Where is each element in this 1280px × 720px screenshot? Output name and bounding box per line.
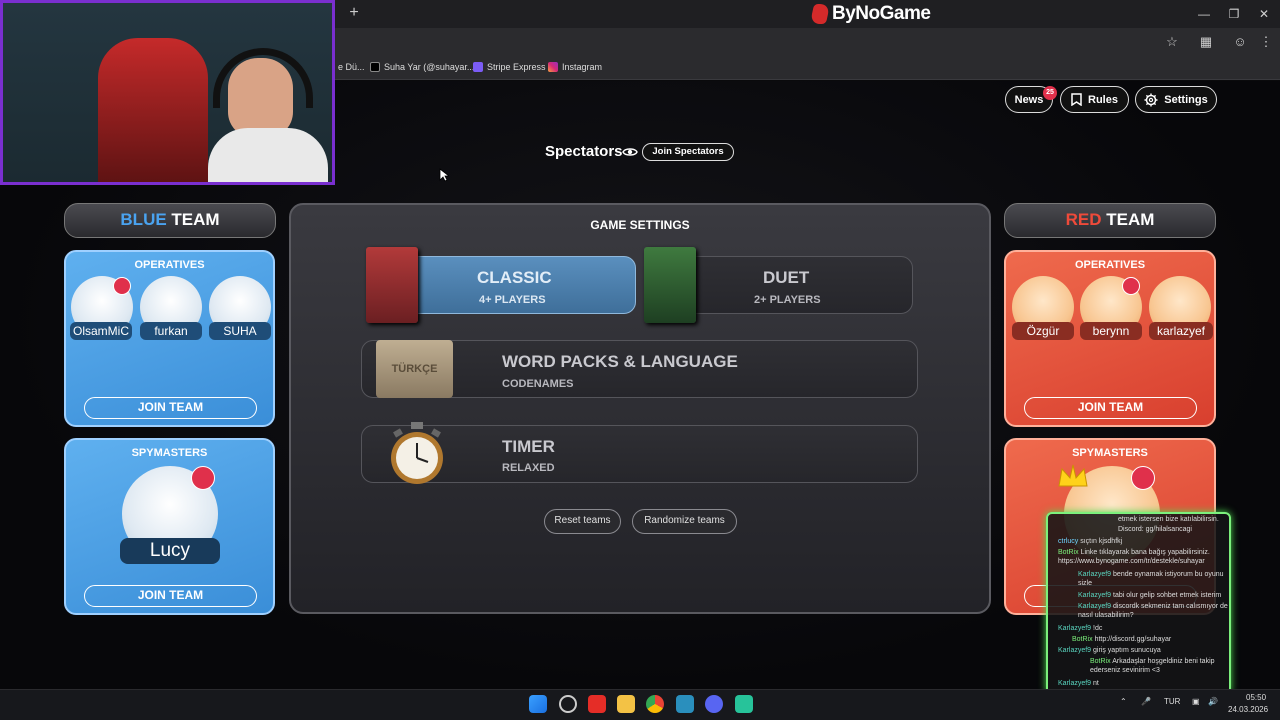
mouse-cursor-icon	[439, 168, 449, 182]
classic-box-art	[366, 247, 418, 323]
brand-mark-icon	[809, 4, 831, 24]
chat-message: etmek istersen bize katılabilirsin.	[1118, 516, 1219, 523]
instagram-icon	[548, 62, 558, 72]
player-name-tag[interactable]: berynn	[1080, 322, 1142, 340]
stripe-icon	[473, 62, 483, 72]
gear-icon	[1144, 93, 1158, 106]
duet-box-art	[644, 247, 696, 323]
chat-message: Karlazyef9 !dc	[1058, 625, 1103, 632]
app-icon[interactable]	[676, 695, 694, 713]
chat-message: Discord: gg/hilalsancagi	[1118, 526, 1192, 533]
chat-message: BotRix Linke tıklayarak bana bağış yapab…	[1058, 549, 1210, 565]
chrome-icon[interactable]	[646, 695, 664, 713]
chat-message: Karlazyef9 bende oynamak istiyorum bu oy…	[1078, 571, 1224, 587]
language-box-art: TÜRKÇE	[376, 340, 453, 398]
classic-mode-option[interactable]: CLASSIC 4+ PLAYERS	[381, 256, 636, 314]
blue-join-spymasters-button[interactable]: JOIN TEAM	[84, 585, 257, 607]
red-join-operatives-button[interactable]: JOIN TEAM	[1024, 397, 1197, 419]
start-icon[interactable]	[529, 695, 547, 713]
profile-icon[interactable]: ☺	[1230, 33, 1250, 51]
disconnected-wifi-icon	[1122, 277, 1140, 295]
speedometer-icon[interactable]	[559, 695, 577, 713]
player-name-tag[interactable]: SUHA	[209, 322, 271, 340]
bookmark-star-icon[interactable]: ☆	[1162, 33, 1182, 51]
microphone-icon[interactable]: 🎤	[1141, 697, 1151, 706]
folder-icon[interactable]	[617, 695, 635, 713]
tiktok-icon	[370, 62, 380, 72]
red-operatives-panel: OPERATIVES Özgür berynn karlazyef JOIN T…	[1004, 250, 1216, 427]
disconnected-wifi-icon	[1131, 466, 1155, 490]
player-name-tag[interactable]: OlsamMiC	[70, 322, 132, 340]
chat-message: ctrlucy sıçtın kjsdhfkj	[1058, 538, 1123, 545]
site-brand-logo: ByNoGame	[809, 2, 931, 26]
spymaster-name-tag[interactable]: Lucy	[120, 538, 220, 564]
stopwatch-icon	[391, 422, 443, 484]
app-icon[interactable]	[735, 695, 753, 713]
disconnected-wifi-icon	[191, 466, 215, 490]
os-taskbar	[0, 689, 1280, 720]
menu-icon[interactable]: ⋮	[1256, 33, 1276, 51]
clock-date[interactable]: 24.03.2026	[1228, 705, 1268, 714]
tray-chevron-icon[interactable]: ⌃	[1120, 697, 1127, 706]
gaming-chair	[98, 38, 208, 182]
stream-chat-overlay: etmek istersen bize katılabilirsin. Disc…	[1046, 512, 1231, 695]
discord-icon[interactable]	[705, 695, 723, 713]
chat-message: Karlazyef9 tabi olur gelip sohbet etmek …	[1078, 592, 1222, 599]
chat-message: Karlazyef9 giriş yaptım sunucuya	[1058, 647, 1161, 654]
headset	[213, 48, 313, 108]
crown-icon	[1058, 464, 1088, 487]
chat-message: BotRix http://discord.gg/suhayar	[1072, 636, 1172, 643]
news-count-badge: 25	[1043, 86, 1057, 100]
reset-teams-button[interactable]: Reset teams	[544, 509, 621, 534]
chat-message: Karlazyef9 discordk sekmeniz tam calısmı…	[1078, 603, 1228, 619]
volume-icon[interactable]: 🔊	[1208, 697, 1218, 706]
spectators-title: Spectators	[545, 143, 623, 160]
chat-message: BotRix Arkadaşlar hoşgeldiniz beni takip…	[1090, 658, 1215, 674]
randomize-teams-button[interactable]: Randomize teams	[632, 509, 737, 534]
new-tab-button[interactable]: +	[344, 4, 364, 24]
game-settings-title: GAME SETTINGS	[590, 218, 690, 232]
player-name-tag[interactable]: Özgür	[1012, 322, 1074, 340]
minimize-icon[interactable]: —	[1192, 4, 1216, 24]
bookmark-icon	[1071, 93, 1082, 106]
close-icon[interactable]: ✕	[1252, 4, 1276, 24]
rules-button[interactable]: Rules	[1060, 86, 1129, 113]
settings-button[interactable]: Settings	[1135, 86, 1217, 113]
chat-message: Karlazyef9 nt	[1058, 680, 1099, 687]
extensions-icon[interactable]: ▦	[1196, 33, 1216, 51]
language-indicator[interactable]: TUR	[1164, 697, 1180, 706]
player-name-tag[interactable]: furkan	[140, 322, 202, 340]
webcam-overlay	[0, 0, 335, 185]
streamer-shirt	[208, 128, 328, 182]
bookmark-item[interactable]: Instagram	[548, 62, 602, 72]
duet-mode-option[interactable]: DUET 2+ PLAYERS	[658, 256, 913, 314]
blue-team-header: BLUE TEAM	[64, 203, 276, 238]
brand-name: ByNoGame	[832, 3, 931, 24]
blue-spymasters-panel: SPYMASTERS Lucy JOIN TEAM	[64, 438, 275, 615]
player-name-tag[interactable]: karlazyef	[1149, 322, 1213, 340]
bookmark-item[interactable]: Suha Yar (@suhayar...	[370, 62, 474, 72]
eye-icon	[622, 148, 638, 156]
restore-icon[interactable]: ❐	[1222, 4, 1246, 24]
bookmark-item[interactable]: e Dü...	[338, 62, 365, 72]
disconnected-wifi-icon	[113, 277, 131, 295]
youtube-icon[interactable]	[588, 695, 606, 713]
clock-time[interactable]: 05:50	[1246, 693, 1266, 702]
bookmark-item[interactable]: Stripe Express	[473, 62, 546, 72]
join-spectators-button[interactable]: Join Spectators	[642, 143, 734, 161]
blue-operatives-panel: OPERATIVES OlsamMiC furkan SUHA JOIN TEA…	[64, 250, 275, 427]
blue-join-operatives-button[interactable]: JOIN TEAM	[84, 397, 257, 419]
red-team-header: RED TEAM	[1004, 203, 1216, 238]
network-icon[interactable]: ▣	[1192, 697, 1200, 706]
